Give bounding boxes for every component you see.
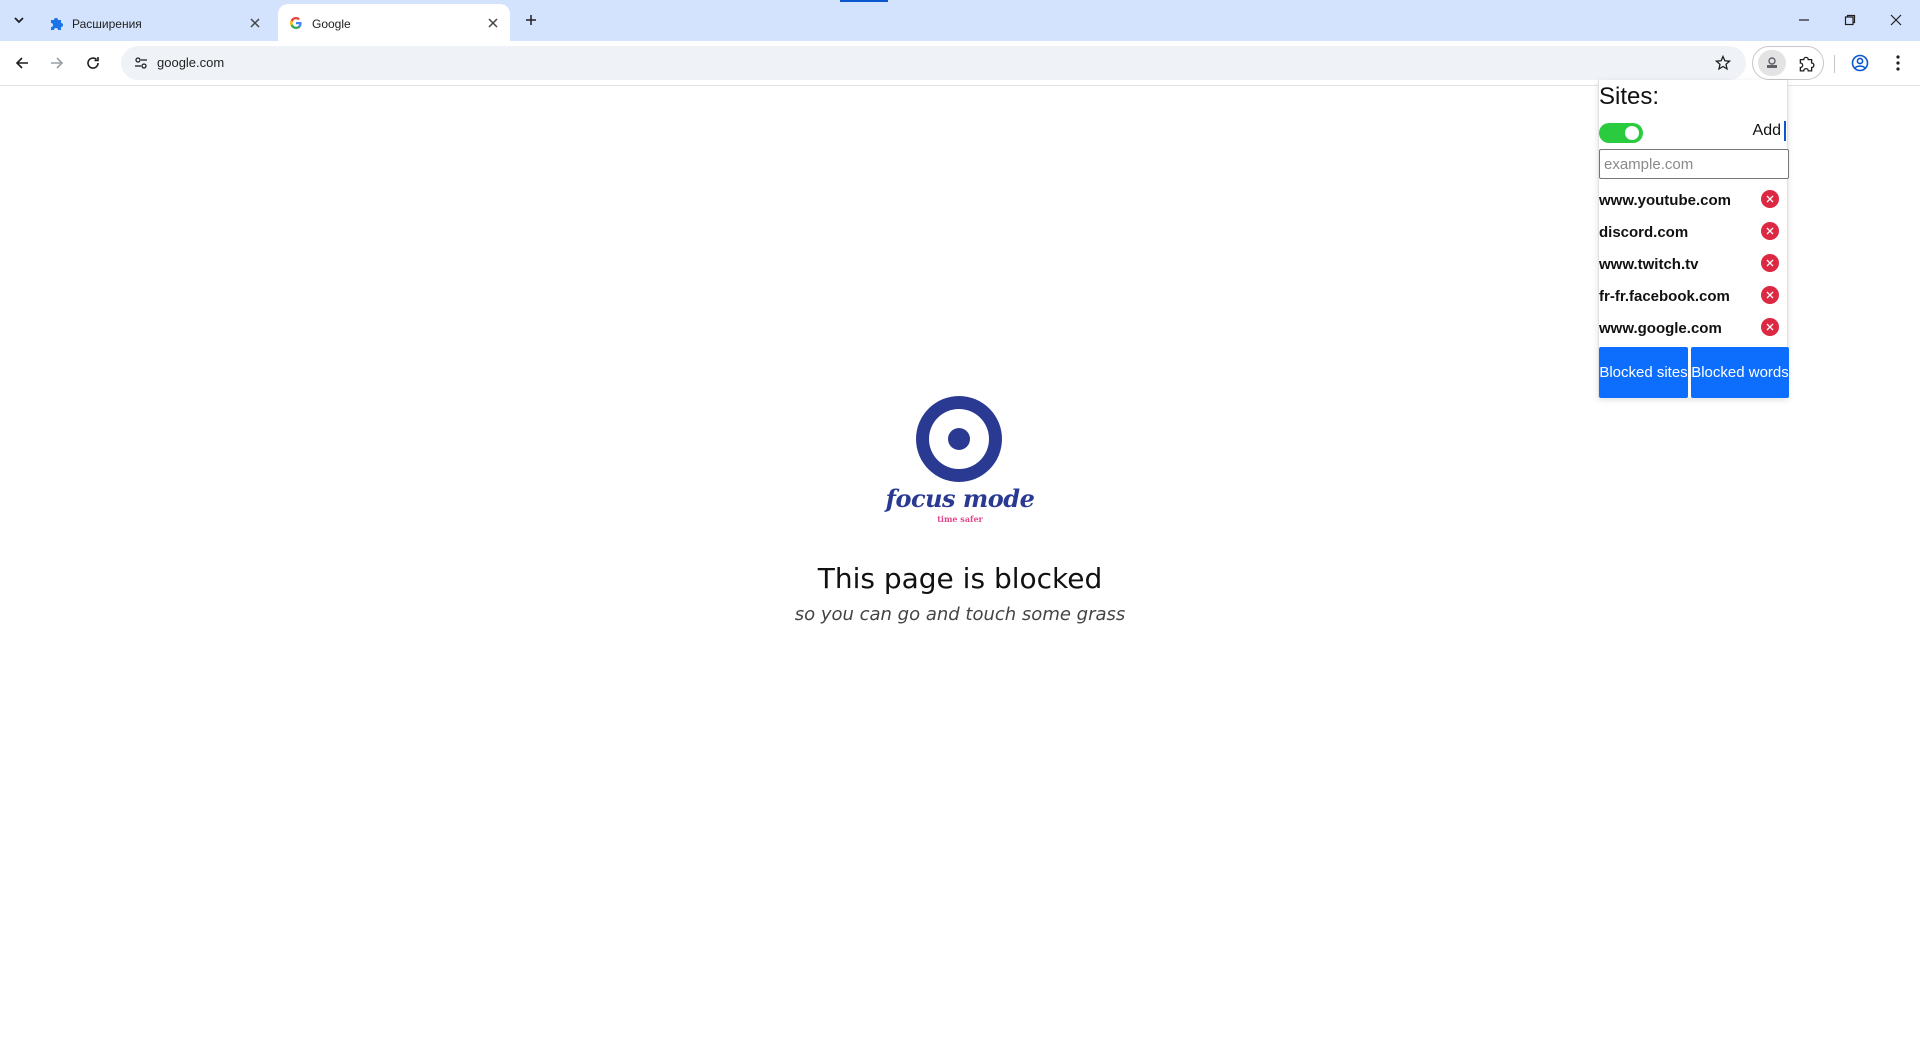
remove-site-button[interactable] (1761, 318, 1779, 336)
close-icon (1766, 291, 1774, 299)
menu-button[interactable] (1884, 49, 1912, 77)
toolbar-divider (1834, 55, 1835, 73)
site-name: discord.com (1599, 224, 1689, 241)
list-item: www.google.com (1599, 314, 1789, 346)
new-tab-button[interactable] (520, 9, 542, 31)
profile-button[interactable] (1846, 49, 1874, 77)
forward-arrow-icon (51, 57, 64, 69)
list-item: discord.com (1599, 218, 1789, 250)
extensions-button[interactable] (1792, 50, 1820, 76)
restore-icon (1844, 14, 1856, 26)
address-bar[interactable]: google.com (121, 46, 1746, 80)
site-name: www.google.com (1599, 320, 1722, 337)
reload-button[interactable] (80, 50, 106, 76)
profile-icon (1851, 54, 1869, 72)
popup-heading: Sites: (1599, 83, 1660, 110)
close-icon[interactable] (484, 14, 502, 32)
logo-wordmark: focus mode (885, 484, 1035, 513)
close-icon (1890, 14, 1902, 26)
close-icon (1766, 227, 1774, 235)
logo-tagline: time safer (937, 514, 983, 524)
remove-site-button[interactable] (1761, 254, 1779, 272)
blocking-toggle[interactable] (1599, 123, 1643, 143)
puzzle-icon (48, 15, 64, 31)
restore-button[interactable] (1835, 7, 1865, 33)
close-window-button[interactable] (1881, 7, 1911, 33)
chevron-down-icon (14, 17, 24, 24)
extensions-area (1752, 46, 1824, 80)
tune-icon[interactable] (133, 55, 149, 71)
remove-site-button[interactable] (1761, 286, 1779, 304)
blocked-sites-button[interactable]: Blocked sites (1599, 347, 1688, 398)
text-caret (1784, 121, 1786, 141)
blocked-words-button[interactable]: Blocked words (1691, 347, 1789, 398)
puzzle-icon (1799, 56, 1815, 72)
list-item: fr-fr.facebook.com (1599, 282, 1789, 314)
tab-search-button[interactable] (6, 8, 32, 32)
site-list: www.youtube.com discord.com www.twitch.t… (1599, 186, 1789, 346)
tab-title: Расширения (72, 17, 142, 31)
close-icon (1766, 259, 1774, 267)
toggle-knob (1625, 126, 1639, 140)
target-icon (916, 396, 1002, 482)
blocked-title: This page is blocked (817, 562, 1103, 595)
plus-icon (526, 15, 536, 25)
remove-site-button[interactable] (1761, 190, 1779, 208)
add-button[interactable]: Add (1753, 122, 1781, 140)
site-name: www.youtube.com (1599, 192, 1731, 209)
remove-site-button[interactable] (1761, 222, 1779, 240)
tab-strip: Расширения Google (0, 0, 1920, 41)
minimize-icon (1799, 19, 1809, 21)
close-icon (1766, 323, 1774, 331)
star-icon[interactable] (1714, 54, 1732, 72)
minimize-button[interactable] (1789, 7, 1819, 33)
site-input[interactable] (1599, 149, 1789, 179)
list-item: www.twitch.tv (1599, 250, 1789, 282)
back-arrow-icon (15, 57, 28, 69)
focus-extension-icon (1767, 57, 1777, 68)
tab-google[interactable]: Google (278, 4, 510, 41)
list-item: www.youtube.com (1599, 186, 1789, 218)
tab-title: Google (312, 17, 351, 31)
address-text[interactable]: google.com (157, 55, 224, 70)
close-icon[interactable] (246, 14, 264, 32)
tab-extensions[interactable]: Расширения (38, 4, 272, 41)
loading-indicator (840, 0, 888, 2)
blocked-subtitle: so you can go and touch some grass (794, 604, 1126, 625)
focus-extension-button[interactable] (1758, 50, 1786, 76)
site-name: www.twitch.tv (1599, 256, 1699, 273)
kebab-menu-icon (1896, 55, 1900, 71)
back-button[interactable] (9, 50, 35, 76)
forward-button[interactable] (44, 50, 70, 76)
google-g-icon (288, 15, 304, 31)
extension-popup: Sites: Add www.youtube.com discord.com w… (1598, 80, 1789, 398)
reload-icon (87, 57, 99, 69)
site-name: fr-fr.facebook.com (1599, 288, 1730, 305)
close-icon (1766, 195, 1774, 203)
focus-mode-logo: focus mode time safer (880, 396, 1040, 524)
